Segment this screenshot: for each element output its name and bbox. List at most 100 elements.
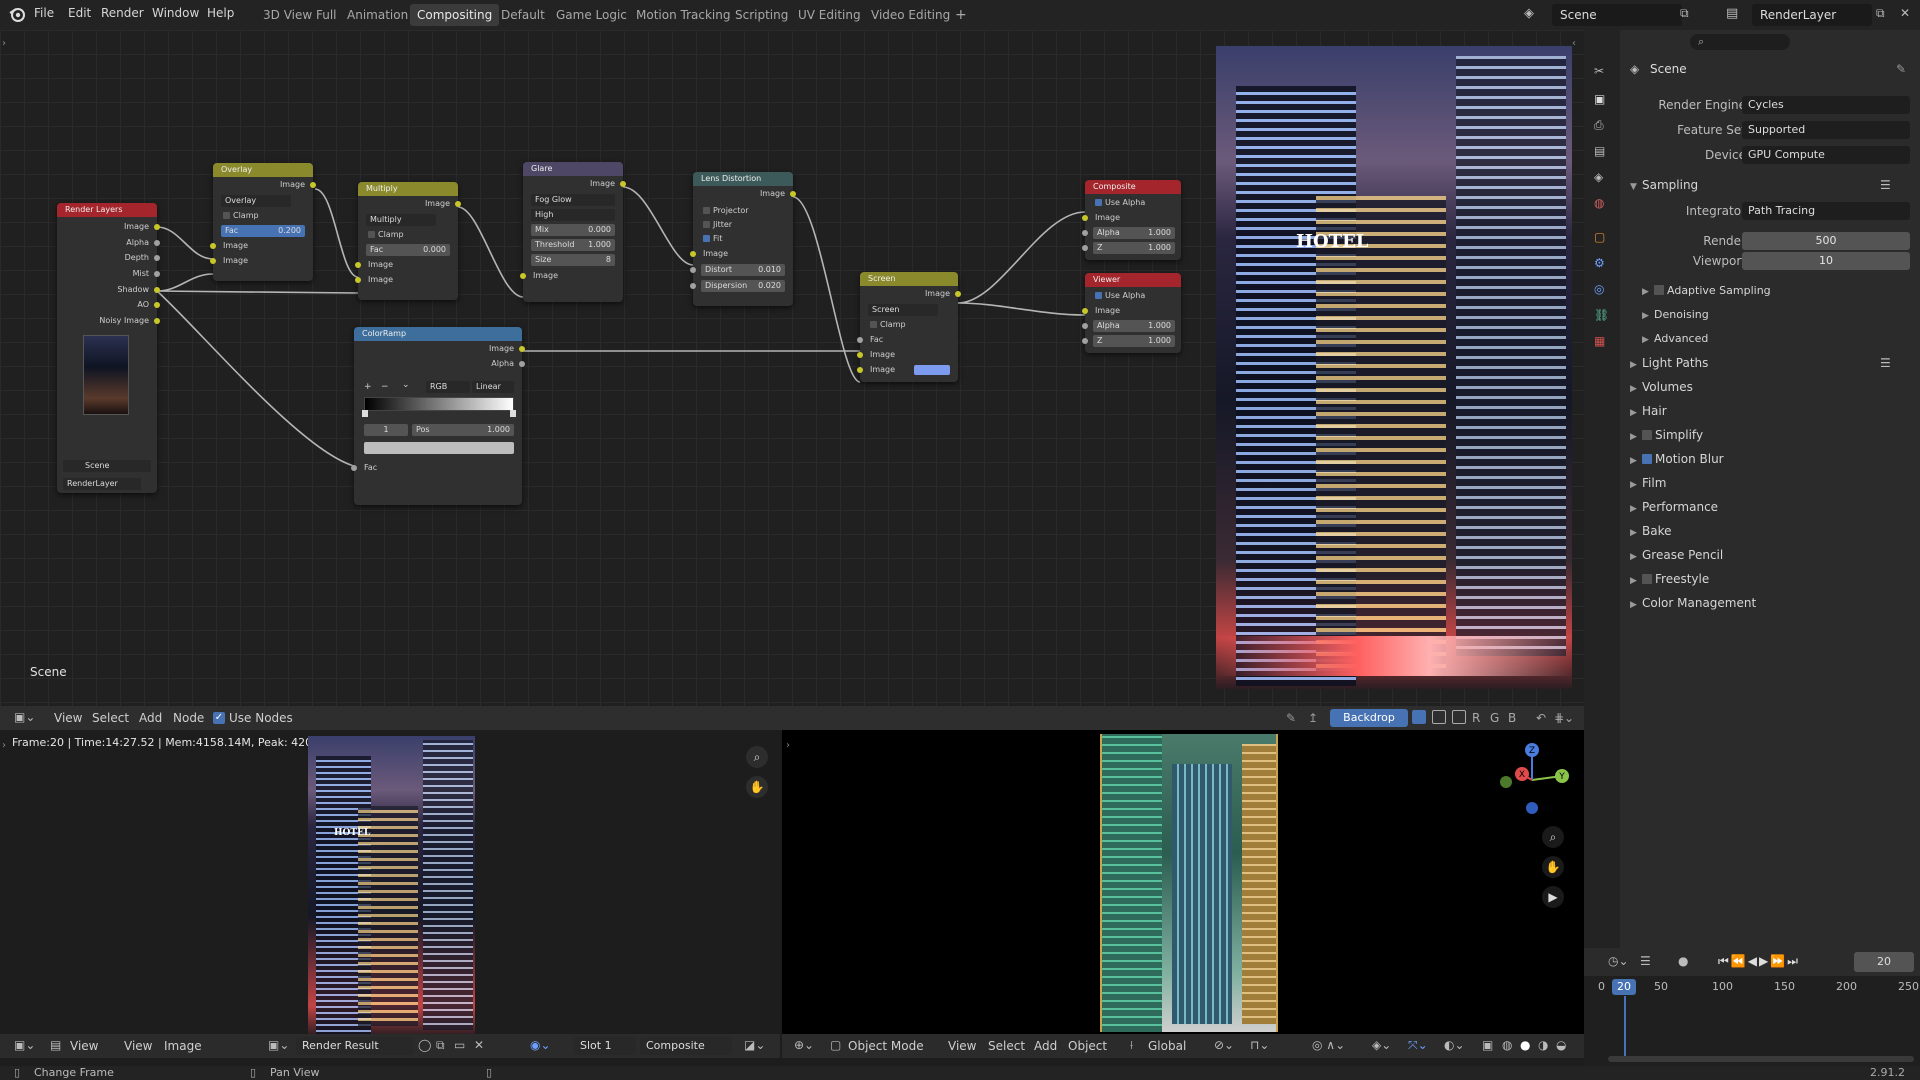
shading-solid-icon[interactable]: ● [1520,1038,1530,1052]
z-field[interactable]: Z 1.000 [1093,335,1175,347]
color-mode-select[interactable]: RGB [426,381,470,393]
channel-g-button[interactable]: G [1490,711,1499,725]
modifier-tab-icon[interactable]: ⚙ [1594,256,1605,270]
display-channels-icon[interactable]: ◉⌄ [530,1038,551,1052]
tab-motion-tracking[interactable]: Motion Tracking [629,4,737,26]
scopes-icon[interactable]: ◪⌄ [744,1038,765,1052]
section-bake[interactable]: ▶ Bake [1620,520,1920,542]
editor-type-icon[interactable]: ▣⌄ [14,1038,35,1052]
clamp-checkbox[interactable]: Clamp [213,210,313,222]
properties-search-input[interactable]: ⌕ [1690,34,1790,50]
checkbox[interactable] [703,207,710,214]
menu-image[interactable]: Image [164,1039,202,1053]
size-field[interactable]: Size 8 [531,254,615,266]
socket[interactable] [1082,230,1088,236]
subsection-denoising[interactable]: ▶ Denoising [1620,304,1920,326]
snap-icon[interactable]: ⊓⌄ [1250,1038,1269,1052]
node-viewer[interactable]: Viewer Use Alpha Image Alpha 1.000 Z 1.000 [1082,273,1181,353]
expand-toolbar-icon[interactable]: › [2,38,6,49]
checkbox[interactable] [1642,454,1652,464]
scene-select[interactable]: Scene [63,460,151,472]
pos-field[interactable]: Pos 1.000 [412,424,514,436]
zoom-icon[interactable]: ⌕ [1542,826,1564,848]
menu-render[interactable]: Render [101,6,144,20]
menu-file[interactable]: File [34,6,54,20]
presets-icon[interactable]: ☰ [1880,352,1891,374]
parent-node-icon[interactable]: ↥ [1308,711,1318,725]
checkbox[interactable] [1095,292,1102,299]
checkbox[interactable] [1095,199,1102,206]
presets-icon[interactable]: ☰ [1880,174,1891,196]
socket[interactable] [154,271,160,277]
playhead-line[interactable] [1624,996,1626,1062]
node-title[interactable]: Screen [860,272,958,286]
scene-selector-icon[interactable]: ◈ [1524,6,1534,21]
image-browse-icon[interactable]: ▣⌄ [268,1038,289,1052]
object-tab-icon[interactable]: ▢ [1594,230,1605,244]
menu-add[interactable]: Add [139,711,162,725]
node-overlay[interactable]: Overlay Image Overlay Clamp Fac 0.200 Ima… [210,163,316,281]
socket[interactable] [1082,323,1088,329]
socket[interactable] [520,273,526,279]
channel-b-button[interactable]: B [1508,711,1516,725]
world-tab-icon[interactable]: ◍ [1594,196,1604,210]
navigation-gizmo[interactable]: Y Z X [1492,740,1572,820]
stop-color-swatch[interactable] [364,442,514,454]
new-scene-icon[interactable]: ⧉ [1680,6,1689,21]
node-composite[interactable]: Composite Use Alpha Image Alpha 1.000 Z 1.… [1082,180,1181,260]
fake-user-icon[interactable]: ◯ [418,1038,431,1052]
socket[interactable] [857,352,863,358]
backdrop-color-icon[interactable] [1412,710,1426,724]
node-title[interactable]: Render Layers [57,203,157,217]
expand-toolbar-icon[interactable]: › [2,740,6,751]
socket[interactable] [519,346,525,352]
checkbox[interactable] [368,231,375,238]
constraints-tab-icon[interactable]: ⛓ [1594,308,1609,322]
section-grease-pencil[interactable]: ▶ Grease Pencil [1620,544,1920,566]
menu-object[interactable]: Object [1068,1039,1107,1053]
view-layer-field[interactable]: RenderLayer [1752,4,1872,26]
menu-node[interactable]: Node [173,711,204,725]
node-title[interactable]: Overlay [213,163,313,177]
stop-index-field[interactable]: 1 [364,424,408,436]
menu-view[interactable]: View [948,1039,976,1053]
pin-icon[interactable]: ✎ [1286,711,1296,725]
threshold-field[interactable]: Threshold 1.000 [531,239,615,251]
timeline-ruler[interactable]: 0 20 50 100 150 200 250 [1584,978,1920,996]
menu-select[interactable]: Select [988,1039,1025,1053]
device-select[interactable]: GPU Compute [1742,146,1910,164]
editor-type-icon[interactable]: ▣⌄ [14,710,35,724]
add-stop-button[interactable]: + [364,382,372,392]
integrator-select[interactable]: Path Tracing [1742,202,1910,220]
socket[interactable] [790,191,796,197]
expand-sidebar-icon[interactable]: ‹ [1572,38,1576,49]
checkbox[interactable] [1654,285,1664,295]
socket[interactable] [857,367,863,373]
tab-game-logic[interactable]: Game Logic [549,4,634,26]
pan-hand-icon[interactable]: ✋ [1542,856,1564,878]
backdrop-alpha-icon[interactable] [1432,710,1446,724]
slot-select[interactable]: Slot 1 [574,1037,636,1055]
section-film[interactable]: ▶ Film [1620,472,1920,494]
section-hair[interactable]: ▶ Hair [1620,400,1920,422]
node-multiply[interactable]: Multiply Image Multiply Clamp Fac 0.000 I… [355,182,461,300]
image-name-field[interactable]: Render Result [296,1037,414,1055]
view-mode-icon[interactable]: ▤ [50,1038,61,1052]
tab-animation[interactable]: Animation [340,4,415,26]
checkbox[interactable] [223,212,230,219]
use-alpha-checkbox[interactable]: Use Alpha [1085,290,1181,302]
checkbox[interactable] [703,235,710,242]
node-screen[interactable]: Screen Image Screen Clamp Fac Image Imag… [857,272,961,382]
fac-field[interactable]: Fac 0.200 [221,225,305,237]
menu-select[interactable]: Select [92,711,129,725]
socket[interactable] [955,291,961,297]
expand-toolbar-icon[interactable]: › [786,740,790,751]
checkbox[interactable] [703,221,710,228]
compositor-node-editor[interactable]: Render Layers Image Alpha Depth Mist Sha… [0,30,1584,706]
tool-tab-icon[interactable]: ✂ [1594,64,1604,78]
ramp-menu-button[interactable]: ⌄ [402,380,410,390]
scene-name-field[interactable]: Scene [1552,4,1682,26]
ramp-stop-handle[interactable] [510,410,516,417]
socket[interactable] [154,287,160,293]
viewport-samples-field[interactable]: 10 [1742,252,1910,270]
